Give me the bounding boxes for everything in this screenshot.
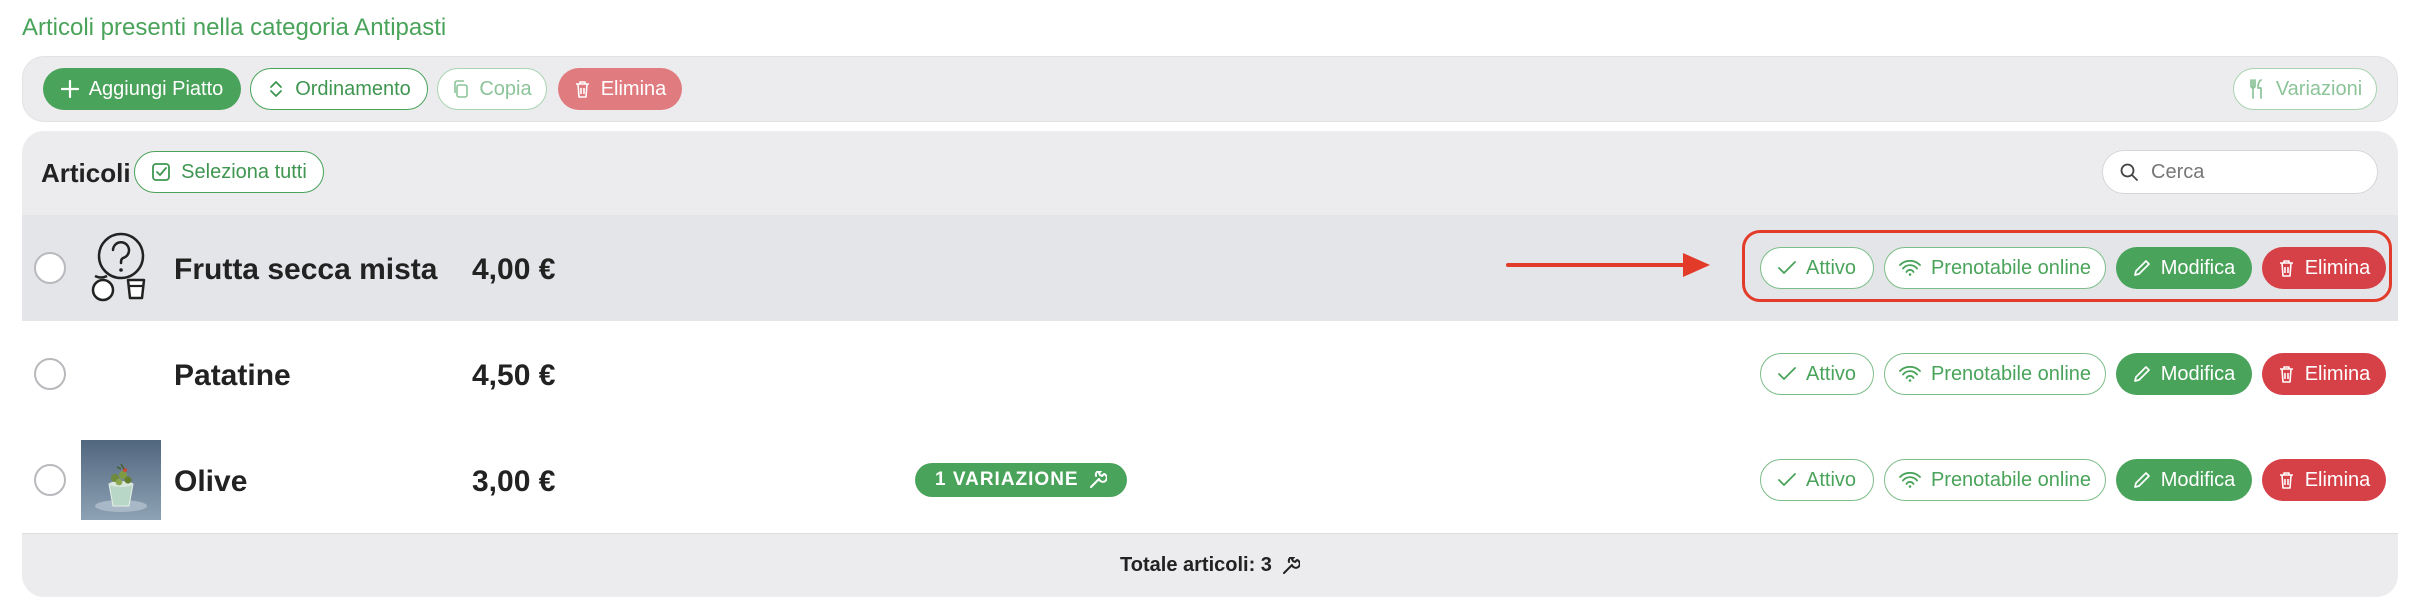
copy-icon xyxy=(454,80,469,98)
copy-button[interactable]: Copia xyxy=(437,68,547,110)
panel-title: Articoli xyxy=(41,158,131,188)
items-panel: Articoli Seleziona tutti Frutta secca mi… xyxy=(22,131,2398,597)
edit-button[interactable]: Modifica xyxy=(2116,459,2252,501)
wifi-icon xyxy=(1899,472,1921,488)
delete-label: Elimina xyxy=(2304,468,2371,491)
search-input[interactable] xyxy=(2151,160,2351,184)
item-price: 4,00 € xyxy=(472,253,556,286)
active-label: Attivo xyxy=(1805,362,1857,385)
bookable-online-button[interactable]: Prenotabile online xyxy=(1884,459,2106,501)
item-select-radio[interactable] xyxy=(34,358,66,390)
bookable-online-button[interactable]: Prenotabile online xyxy=(1884,353,2106,395)
items-footer: Totale articoli: 3 xyxy=(22,533,2398,597)
check-icon xyxy=(1778,367,1796,380)
select-all-button[interactable]: Seleziona tutti xyxy=(134,151,324,193)
total-items-label: Totale articoli: 3 xyxy=(1120,554,1272,576)
item-select-radio[interactable] xyxy=(34,252,66,284)
delete-label: Elimina xyxy=(2304,362,2371,385)
sort-button[interactable]: Ordinamento xyxy=(250,68,428,110)
delete-button[interactable]: Elimina xyxy=(2262,353,2386,395)
variation-badge[interactable]: 1 VARIAZIONE xyxy=(915,463,1127,497)
trash-icon xyxy=(2279,366,2293,383)
active-toggle-button[interactable]: Attivo xyxy=(1760,353,1874,395)
category-heading: Articoli presenti nella categoria Antipa… xyxy=(22,14,447,41)
pencil-icon xyxy=(2133,366,2150,382)
delete-selected-button[interactable]: Elimina xyxy=(558,68,682,110)
edit-button[interactable]: Modifica xyxy=(2116,353,2252,395)
sort-icon xyxy=(270,81,283,97)
variation-badge-label: 1 VARIAZIONE xyxy=(935,469,1079,490)
annotation-highlight-box xyxy=(1742,230,2392,302)
pencil-icon xyxy=(2133,472,2150,488)
delete-button[interactable]: Elimina xyxy=(2262,459,2386,501)
check-icon xyxy=(1778,473,1796,486)
delete-selected-label: Elimina xyxy=(600,77,667,100)
checkbox-icon xyxy=(152,163,171,181)
trash-icon xyxy=(2279,472,2293,489)
variations-button[interactable]: Variazioni xyxy=(2233,68,2377,110)
add-dish-button[interactable]: Aggiungi Piatto xyxy=(43,68,241,110)
item-name: Frutta secca mista xyxy=(174,253,438,286)
search-icon xyxy=(2120,163,2138,181)
edit-label: Modifica xyxy=(2160,362,2236,385)
fork-knife-icon xyxy=(2249,79,2262,99)
wrench-icon xyxy=(1282,556,1300,574)
active-toggle-button[interactable]: Attivo xyxy=(1760,459,1874,501)
item-select-radio[interactable] xyxy=(34,464,66,496)
sort-label: Ordinamento xyxy=(295,77,411,100)
placeholder-food-icon xyxy=(91,232,146,302)
wrench-icon xyxy=(1089,471,1107,488)
variations-label: Variazioni xyxy=(2275,77,2363,100)
wifi-icon xyxy=(1899,366,1921,382)
item-name: Patatine xyxy=(174,359,291,392)
item-row: Olive 3,00 € 1 VARIAZIONE Attivo Prenota… xyxy=(22,427,2398,533)
bookable-label: Prenotabile online xyxy=(1930,362,2092,385)
olive-photo xyxy=(81,440,161,520)
edit-label: Modifica xyxy=(2160,468,2236,491)
active-label: Attivo xyxy=(1805,468,1857,491)
add-dish-label: Aggiungi Piatto xyxy=(88,77,224,100)
item-name: Olive xyxy=(174,465,248,498)
select-all-label: Seleziona tutti xyxy=(181,160,307,183)
item-price: 4,50 € xyxy=(472,359,556,392)
bookable-label: Prenotabile online xyxy=(1930,468,2092,491)
item-price: 3,00 € xyxy=(472,465,556,498)
search-box[interactable] xyxy=(2102,150,2378,194)
toolbar: Aggiungi Piatto Ordinamento Copia Elimin… xyxy=(22,56,2398,122)
trash-icon xyxy=(575,81,589,98)
annotation-arrow-icon xyxy=(1506,253,1710,277)
plus-icon xyxy=(60,80,79,98)
item-row: Patatine 4,50 € Attivo Prenotabile onlin… xyxy=(22,321,2398,427)
copy-label: Copia xyxy=(479,77,532,100)
